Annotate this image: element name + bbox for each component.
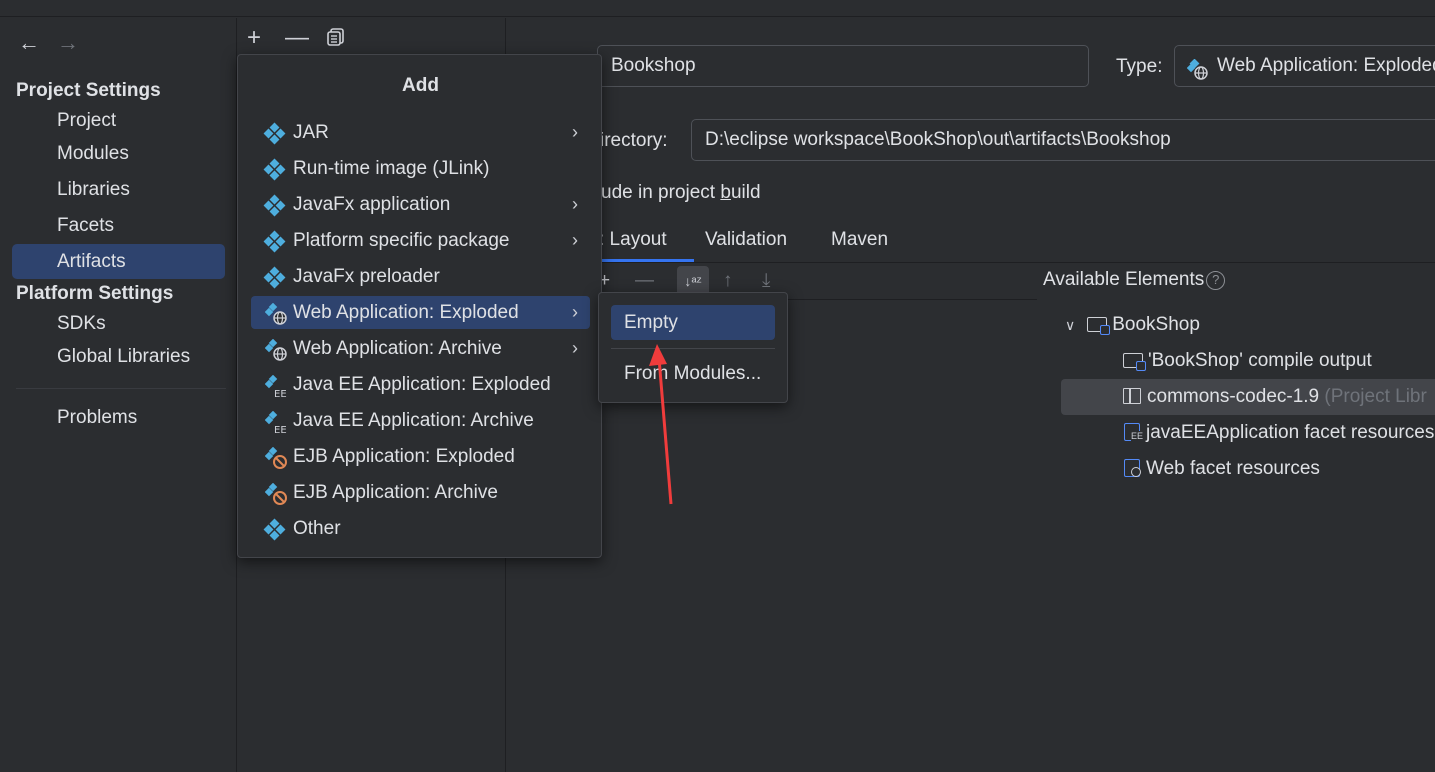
tree-root-bookshop[interactable]: ∨ BookShop	[1065, 307, 1200, 343]
add-menu-item[interactable]: JAR ›	[251, 116, 590, 149]
output-directory-label: irectory:	[600, 130, 668, 151]
add-menu-item[interactable]: EJB Application: Exploded	[251, 440, 590, 473]
sidebar-item-project[interactable]: Project	[12, 103, 225, 138]
svg-text:EE: EE	[274, 425, 287, 435]
add-menu-item[interactable]: Run-time image (JLink)	[251, 152, 590, 185]
sidebar-item-problems[interactable]: Problems	[12, 400, 225, 435]
add-menu-item[interactable]: Other	[251, 512, 590, 545]
tab-validation[interactable]: Validation	[705, 229, 787, 251]
submenu-item-from-modules[interactable]: From Modules...	[611, 356, 775, 391]
add-menu-item[interactable]: Platform specific package ›	[251, 224, 590, 257]
add-menu-item-label: JavaFx application	[293, 194, 451, 215]
move-down-icon[interactable]: ⤓	[762, 270, 770, 292]
minus-icon[interactable]: —	[285, 26, 309, 50]
artifact-type-icon	[263, 266, 286, 289]
svg-text:EE: EE	[274, 389, 287, 399]
sidebar-divider	[16, 388, 226, 389]
sidebar-item-modules[interactable]: Modules	[12, 136, 225, 171]
move-up-icon[interactable]: ↑	[723, 270, 733, 292]
tab-output-layout[interactable]: : Layout	[599, 229, 667, 251]
add-menu-item-label: Java EE Application: Exploded	[293, 374, 551, 395]
plus-icon[interactable]: +	[247, 26, 261, 50]
add-artifact-popup: Add JAR › Run-time image (JLink) JavaFx app…	[237, 54, 602, 558]
add-menu-item-label: EJB Application: Archive	[293, 482, 498, 503]
annotation-arrow	[649, 344, 673, 505]
web-app-icon	[1186, 56, 1209, 86]
add-menu-item-label: Run-time image (JLink)	[293, 158, 490, 179]
add-menu-item-label: Web Application: Exploded	[293, 302, 519, 323]
include-in-build-label[interactable]: ude in project build	[601, 182, 761, 204]
add-menu-item[interactable]: EJB Application: Archive	[251, 476, 590, 509]
arrow-right-icon[interactable]: →	[57, 32, 79, 54]
library-icon	[1123, 388, 1141, 404]
add-menu-item-label: JAR	[293, 122, 329, 143]
submenu-item-empty[interactable]: Empty	[611, 305, 775, 340]
add-menu-item-label: Platform specific package	[293, 230, 510, 251]
tab-maven[interactable]: Maven	[831, 229, 888, 251]
project-settings-title: Project Settings	[16, 80, 161, 101]
chevron-right-icon: ›	[572, 338, 578, 358]
ejb-icon	[264, 482, 287, 505]
add-menu-item[interactable]: JavaFx application ›	[251, 188, 590, 221]
add-menu-item[interactable]: EE Java EE Application: Exploded	[251, 368, 590, 401]
add-menu-item-label: Web Application: Archive	[293, 338, 502, 359]
artifact-type-icon	[263, 518, 286, 541]
javaee-icon: EE	[264, 374, 287, 400]
copy-icon[interactable]	[326, 27, 346, 52]
sidebar-item-artifacts[interactable]: Artifacts	[12, 244, 225, 279]
type-select[interactable]: Web Application: Exploded	[1174, 45, 1435, 87]
artifact-name-field[interactable]: Bookshop	[597, 45, 1089, 87]
add-menu-item[interactable]: Web Application: Archive ›	[251, 332, 590, 365]
web-app-icon	[264, 302, 287, 325]
add-menu-item-label: EJB Application: Exploded	[293, 446, 515, 467]
web-app-icon	[264, 338, 287, 361]
arrow-left-icon[interactable]: ←	[18, 32, 40, 54]
ejb-icon	[264, 446, 287, 469]
window-top-bar	[0, 0, 1435, 17]
sidebar-item-global-libraries[interactable]: Global Libraries	[12, 339, 225, 374]
artifact-type-icon	[263, 122, 286, 145]
output-directory-field[interactable]: D:\eclipse workspace\BookShop\out\artifa…	[691, 119, 1435, 161]
chevron-down-icon[interactable]: ∨	[1065, 317, 1075, 333]
add-menu-item-label: Java EE Application: Archive	[293, 410, 534, 431]
add-menu-item-label: JavaFx preloader	[293, 266, 440, 287]
sidebar-item-facets[interactable]: Facets	[12, 208, 225, 243]
tabs-divider	[507, 262, 1435, 263]
platform-settings-title: Platform Settings	[16, 283, 174, 304]
module-folder-icon	[1087, 317, 1111, 335]
sidebar-item-libraries[interactable]: Libraries	[12, 172, 225, 207]
settings-sidebar: ← → Project Settings Project Modules Lib…	[0, 18, 237, 772]
folder-icon	[1123, 353, 1146, 371]
chevron-right-icon: ›	[572, 194, 578, 214]
layout-remove-icon[interactable]: —	[635, 270, 654, 292]
web-resources-icon	[1124, 459, 1141, 477]
sidebar-item-sdks[interactable]: SDKs	[12, 306, 225, 341]
submenu-divider	[611, 348, 775, 349]
chevron-right-icon: ›	[572, 230, 578, 250]
add-menu-item-label: Other	[293, 518, 341, 539]
artifact-type-icon	[263, 194, 286, 217]
type-label: Type:	[1116, 56, 1163, 77]
add-menu-item[interactable]: JavaFx preloader	[251, 260, 590, 293]
tree-item-commons-codec[interactable]: commons-codec-1.9 (Project Libr	[1061, 379, 1435, 415]
tree-item-javaee-facet-resources[interactable]: EE javaEEApplication facet resources	[1124, 415, 1434, 451]
chevron-right-icon: ›	[572, 122, 578, 142]
add-menu-item[interactable]: EE Java EE Application: Archive	[251, 404, 590, 437]
add-menu-item[interactable]: Web Application: Exploded ›	[251, 296, 590, 329]
javaee-resources-icon: EE	[1124, 423, 1144, 441]
help-icon[interactable]: ?	[1206, 271, 1226, 290]
artifact-type-icon	[263, 230, 286, 253]
javaee-icon: EE	[264, 410, 287, 436]
type-select-value: Web Application: Exploded	[1217, 55, 1435, 76]
tree-item-web-facet-resources[interactable]: Web facet resources	[1124, 451, 1320, 487]
popup-title: Add	[402, 75, 439, 96]
chevron-right-icon: ›	[572, 302, 578, 322]
tree-item-compile-output[interactable]: 'BookShop' compile output	[1123, 343, 1372, 379]
web-exploded-submenu: Empty From Modules...	[598, 292, 788, 403]
available-elements-title: Available Elements?	[1043, 269, 1226, 291]
artifact-type-icon	[263, 158, 286, 181]
